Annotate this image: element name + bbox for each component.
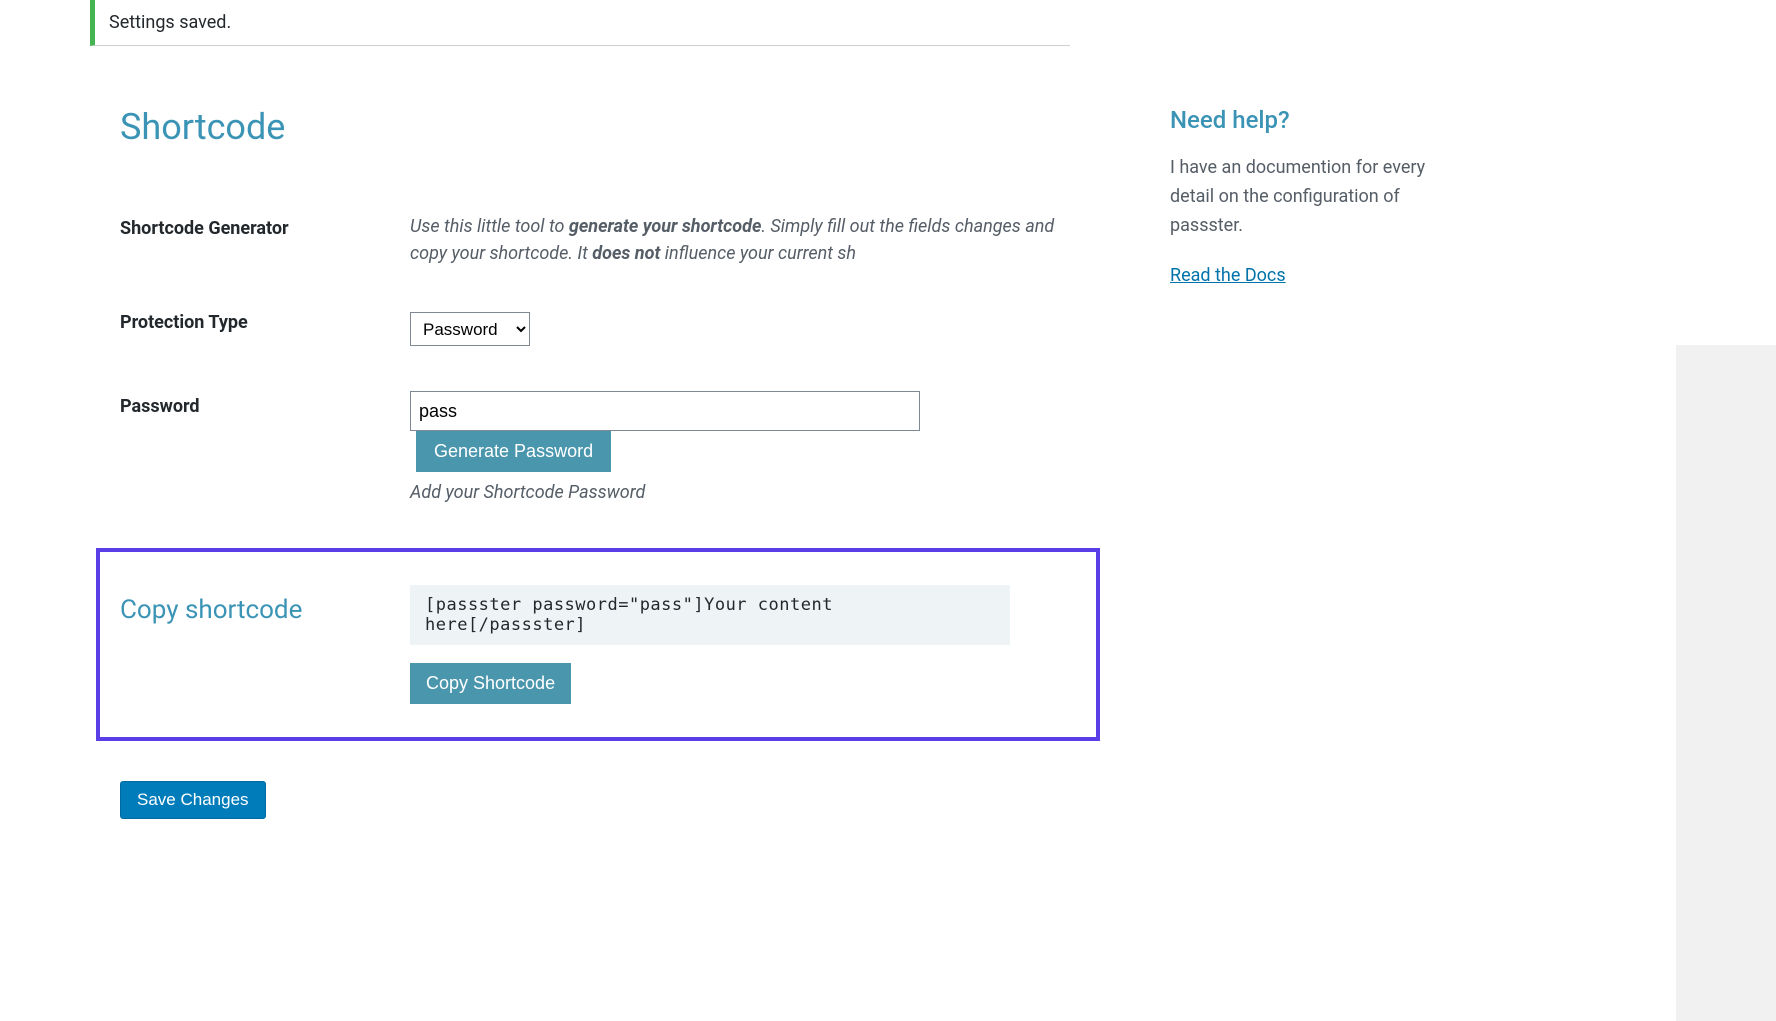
copy-shortcode-highlight: Copy shortcode [passster password="pass"… — [96, 548, 1100, 741]
shortcode-generator-label: Shortcode Generator — [120, 198, 400, 282]
notice-message: Settings saved. — [107, 10, 1058, 35]
section-title: Shortcode — [120, 106, 1100, 148]
protection-type-label: Protection Type — [120, 282, 400, 376]
read-the-docs-link[interactable]: Read the Docs — [1170, 265, 1286, 286]
protection-type-select[interactable]: Password — [410, 312, 530, 346]
notice-success: Settings saved. — [90, 0, 1070, 46]
save-changes-button[interactable]: Save Changes — [120, 781, 266, 819]
generate-password-button[interactable]: Generate Password — [416, 431, 611, 472]
password-hint: Add your Shortcode Password — [410, 482, 1090, 503]
copy-shortcode-label: Copy shortcode — [120, 570, 400, 719]
right-gutter — [1676, 345, 1776, 1021]
help-text: I have an documention for every detail o… — [1170, 154, 1470, 240]
password-label: Password — [120, 376, 400, 518]
shortcode-generator-description: Use this little tool to generate your sh… — [410, 213, 1090, 267]
copy-shortcode-button[interactable]: Copy Shortcode — [410, 663, 571, 704]
help-title: Need help? — [1170, 106, 1470, 134]
shortcode-output: [passster password="pass"]Your content h… — [410, 585, 1010, 645]
password-input[interactable] — [410, 391, 920, 431]
